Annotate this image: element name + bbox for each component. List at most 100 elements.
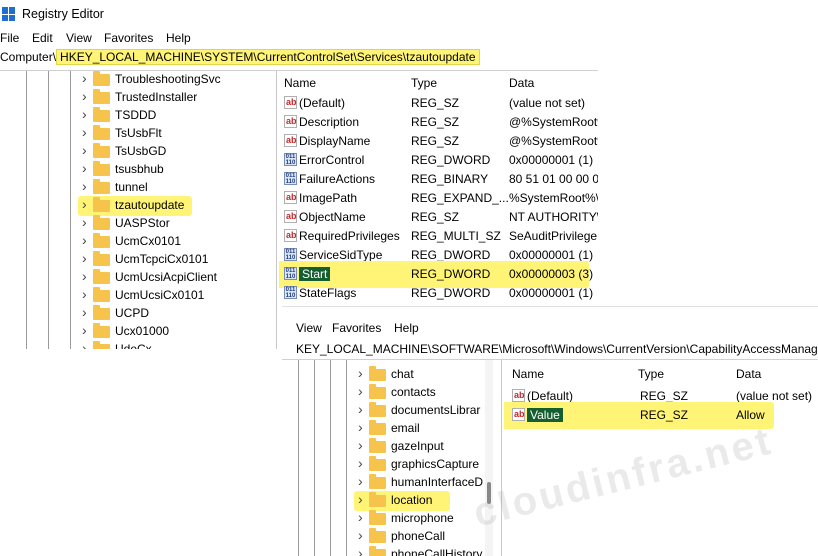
tree-key-tsusbflt[interactable]: › TsUsbFlt: [0, 124, 272, 143]
tree-key-troubleshootingsvc[interactable]: › TroubleshootingSvc: [0, 71, 272, 89]
column-header-data[interactable]: Data: [509, 76, 534, 90]
tree-key-label: graphicsCapture: [391, 457, 480, 471]
value-row-stateflags[interactable]: 011 110 StateFlags REG_DWORD 0x00000001 (1): [279, 284, 598, 303]
value-row-default[interactable]: ab (Default) REG_SZ (value not set): [279, 94, 598, 113]
tree-key-tsddd[interactable]: › TSDDD: [0, 106, 272, 125]
tree-key-phonecallhistory[interactable]: › phoneCallHistory: [282, 545, 482, 556]
chevron-right-icon[interactable]: ›: [358, 401, 363, 417]
value-type: REG_DWORD: [411, 248, 491, 262]
value-type: REG_SZ: [411, 115, 460, 129]
tree-key-humaninterfaced[interactable]: › humanInterfaceD: [282, 473, 483, 492]
chevron-right-icon[interactable]: ›: [82, 286, 87, 302]
tree-key-label: email: [391, 421, 420, 435]
menu-view[interactable]: View: [66, 31, 92, 45]
value-row-start[interactable]: 011 110 Start REG_DWORD 0x00000003 (3): [279, 265, 598, 284]
chevron-right-icon[interactable]: ›: [358, 437, 363, 453]
value-row-displayname[interactable]: abDisplayName REG_SZ @%SystemRoot%: [279, 132, 598, 151]
tree-key-ucx01000[interactable]: › Ucx01000: [0, 322, 272, 341]
tree-key-ucmtcpcicx0101[interactable]: › UcmTcpciCx0101: [0, 250, 272, 269]
chevron-right-icon[interactable]: ›: [82, 232, 87, 248]
menu-favorites[interactable]: Favorites: [104, 31, 153, 45]
chevron-right-icon[interactable]: ›: [358, 455, 363, 471]
value-row-value[interactable]: ab Value REG_SZ Allow: [504, 406, 818, 425]
menu-help[interactable]: Help: [394, 321, 419, 335]
value-name: DisplayName: [299, 134, 371, 148]
menu-file[interactable]: File: [0, 31, 19, 45]
tree-key-uaspstor[interactable]: › UASPStor: [0, 214, 272, 233]
chevron-right-icon[interactable]: ›: [82, 160, 87, 176]
chevron-right-icon[interactable]: ›: [358, 527, 363, 543]
value-row-objectname[interactable]: ab ObjectName REG_SZ NT AUTHORITY\L: [279, 208, 598, 227]
column-header-name[interactable]: Name: [284, 76, 316, 90]
tree-key-contacts[interactable]: › contacts: [282, 383, 482, 402]
chevron-right-icon[interactable]: ›: [82, 106, 87, 122]
folder-icon: [93, 197, 110, 212]
folder-icon: [369, 546, 386, 556]
binary-value-icon: 011 110: [284, 267, 297, 280]
value-row-imagepath[interactable]: ab ImagePath REG_EXPAND_... %SystemRoot%\: [279, 189, 598, 208]
chevron-right-icon[interactable]: ›: [358, 383, 363, 399]
tree-key-udecx[interactable]: › UdeCx: [0, 340, 272, 349]
tree-key-trustedinstaller[interactable]: › TrustedInstaller: [0, 88, 272, 107]
folder-icon: [93, 71, 110, 86]
chevron-right-icon[interactable]: ›: [358, 545, 363, 556]
tree-key-phonecall[interactable]: › phoneCall: [282, 527, 482, 546]
tree-key-gazeinput[interactable]: › gazeInput: [282, 437, 482, 456]
tree-key-label: tsusbhub: [115, 162, 164, 176]
column-header-name[interactable]: Name: [512, 367, 544, 381]
folder-icon: [93, 107, 110, 122]
pane-splitter[interactable]: [276, 71, 277, 349]
menu-help[interactable]: Help: [166, 31, 191, 45]
chevron-right-icon[interactable]: ›: [82, 142, 87, 158]
tree-key-ucmucsicx0101[interactable]: › UcmUcsiCx0101: [0, 286, 272, 305]
chevron-right-icon[interactable]: ›: [82, 196, 87, 212]
menu-edit[interactable]: Edit: [32, 31, 53, 45]
address-bar[interactable]: Computer\ HKEY_LOCAL_MACHINE\SYSTEM\Curre…: [0, 49, 480, 72]
value-row-failureactions[interactable]: 011 110 FailureActions REG_BINARY 80 51 01 0…: [279, 170, 598, 189]
tree-key-microphone[interactable]: › microphone: [282, 509, 482, 528]
tree-key-location[interactable]: › location: [282, 491, 482, 510]
chevron-right-icon[interactable]: ›: [82, 304, 87, 320]
value-data: @%SystemRoot%: [509, 115, 598, 129]
value-row-errorcontrol[interactable]: 011 110 ErrorControl REG_DWORD 0x00000001 (1…: [279, 151, 598, 170]
chevron-right-icon[interactable]: ›: [358, 473, 363, 489]
tree-key-label: location: [391, 493, 433, 507]
tree-key-documentslibrar[interactable]: › documentsLibrar: [282, 401, 482, 420]
chevron-right-icon[interactable]: ›: [82, 124, 87, 140]
chevron-right-icon[interactable]: ›: [82, 268, 87, 284]
tree-key-ucmucsiacpiclient[interactable]: › UcmUcsiAcpiClient: [0, 268, 272, 287]
value-row-requiredprivileges[interactable]: ab RequiredPrivileges REG_MULTI_SZ SeAuditP…: [279, 227, 598, 246]
menu-favorites[interactable]: Favorites: [332, 321, 381, 335]
tree-key-tsusbhub[interactable]: › tsusbhub: [0, 160, 272, 179]
folder-icon: [369, 366, 386, 381]
column-header-type[interactable]: Type: [411, 76, 437, 90]
tree-key-chat[interactable]: › chat: [282, 365, 482, 384]
value-name: Value: [527, 408, 563, 422]
chevron-right-icon[interactable]: ›: [82, 322, 87, 338]
value-row-description[interactable]: abDescription REG_SZ @%SystemRoot%: [279, 113, 598, 132]
chevron-right-icon[interactable]: ›: [358, 365, 363, 381]
chevron-right-icon[interactable]: ›: [358, 491, 363, 507]
chevron-right-icon[interactable]: ›: [82, 71, 87, 86]
menu-view[interactable]: View: [296, 321, 322, 335]
tree-key-tunnel[interactable]: › tunnel: [0, 178, 272, 197]
chevron-right-icon[interactable]: ›: [82, 88, 87, 104]
tree-key-ucmcx0101[interactable]: › UcmCx0101: [0, 232, 272, 251]
value-type: REG_SZ: [640, 389, 689, 403]
tree-key-graphicscapture[interactable]: › graphicsCapture: [282, 455, 482, 474]
tree-key-label: UCPD: [115, 306, 150, 320]
chevron-right-icon[interactable]: ›: [358, 419, 363, 435]
chevron-right-icon[interactable]: ›: [82, 340, 87, 349]
chevron-right-icon[interactable]: ›: [82, 214, 87, 230]
chevron-right-icon[interactable]: ›: [358, 509, 363, 525]
tree-key-tzautoupdate[interactable]: › tzautoupdate: [0, 196, 272, 215]
string-value-icon: ab: [512, 408, 525, 421]
tree-key-email[interactable]: › email: [282, 419, 482, 438]
column-header-type[interactable]: Type: [638, 367, 664, 381]
tree-key-ucpd[interactable]: › UCPD: [0, 304, 272, 323]
value-name: (Default): [299, 96, 346, 110]
chevron-right-icon[interactable]: ›: [82, 250, 87, 266]
column-header-data[interactable]: Data: [736, 367, 761, 381]
chevron-right-icon[interactable]: ›: [82, 178, 87, 194]
tree-key-tsusbgd[interactable]: › TsUsbGD: [0, 142, 272, 161]
